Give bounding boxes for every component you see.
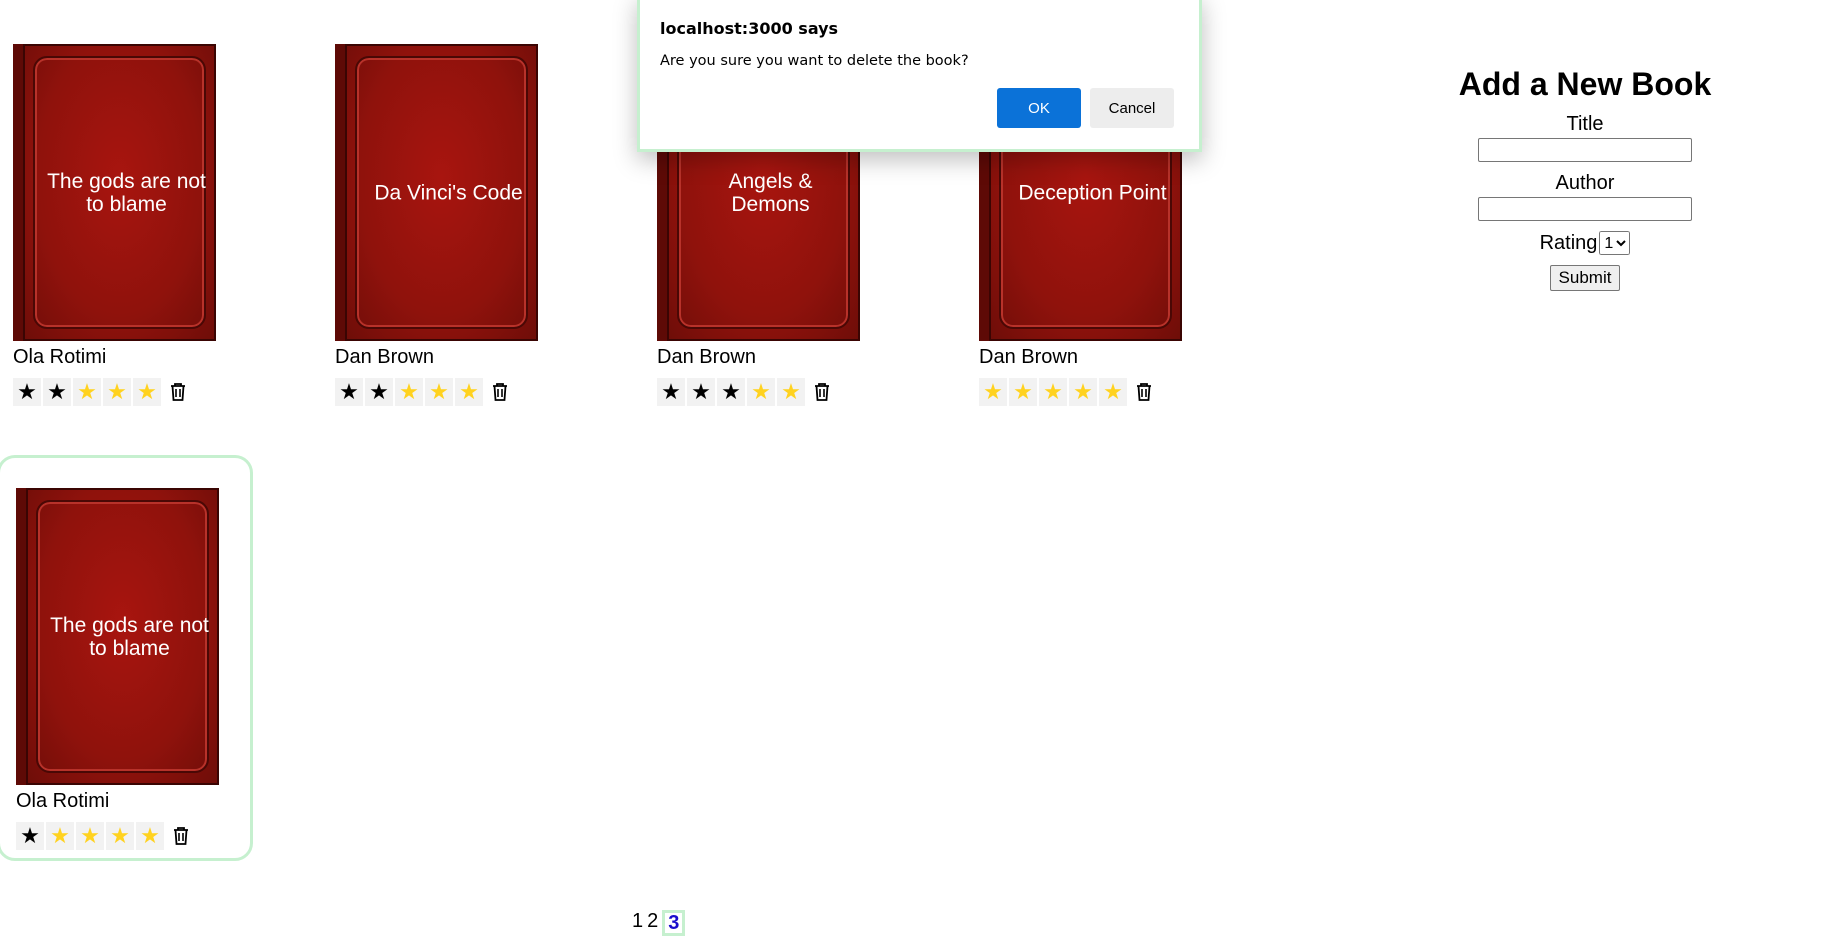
star-icon[interactable]: ★	[13, 378, 41, 406]
star-icon[interactable]: ★	[1039, 378, 1067, 406]
trash-icon[interactable]	[487, 378, 513, 406]
book-cover: The gods are not to blame	[16, 488, 219, 785]
star-rating: ★ ★ ★ ★ ★	[335, 376, 513, 408]
trash-icon[interactable]	[809, 378, 835, 406]
star-icon[interactable]: ★	[133, 378, 161, 406]
star-icon[interactable]: ★	[657, 378, 685, 406]
star-rating: ★ ★ ★ ★ ★	[13, 376, 191, 408]
star-icon[interactable]: ★	[335, 378, 363, 406]
book-author: Ola Rotimi	[16, 790, 110, 812]
trash-icon[interactable]	[165, 378, 191, 406]
pagination: 1 2 3	[632, 910, 686, 936]
star-icon[interactable]: ★	[106, 822, 134, 850]
book-author: Dan Brown	[657, 346, 756, 368]
book-cover: Da Vinci's Code	[335, 44, 538, 341]
star-icon[interactable]: ★	[73, 378, 101, 406]
star-icon[interactable]: ★	[395, 378, 423, 406]
rating-label: Rating	[1539, 231, 1598, 254]
star-icon[interactable]: ★	[717, 378, 745, 406]
star-icon[interactable]: ★	[16, 822, 44, 850]
ok-button[interactable]: OK	[997, 88, 1081, 128]
page-link-1[interactable]: 1	[632, 910, 643, 936]
title-input[interactable]	[1478, 138, 1692, 162]
author-input[interactable]	[1478, 197, 1692, 221]
star-icon[interactable]: ★	[136, 822, 164, 850]
book-card: The gods are not to blame Ola Rotimi ★ ★ ★ ★ ★	[0, 0, 216, 430]
star-icon[interactable]: ★	[777, 378, 805, 406]
star-icon[interactable]: ★	[1099, 378, 1127, 406]
submit-button[interactable]: Submit	[1549, 265, 1621, 291]
star-icon[interactable]: ★	[365, 378, 393, 406]
star-icon[interactable]: ★	[46, 822, 74, 850]
star-icon[interactable]: ★	[747, 378, 775, 406]
star-icon[interactable]: ★	[455, 378, 483, 406]
book-card: The gods are not to blame Ola Rotimi ★ ★ ★ ★ ★	[0, 455, 253, 861]
star-icon[interactable]: ★	[76, 822, 104, 850]
dialog-message: Are you sure you want to delete the book…	[660, 53, 969, 69]
title-label: Title	[1566, 113, 1604, 135]
star-rating: ★ ★ ★ ★ ★	[657, 376, 835, 408]
trash-icon[interactable]	[1131, 378, 1157, 406]
book-card: Da Vinci's Code Dan Brown ★ ★ ★ ★ ★	[322, 0, 538, 430]
star-rating: ★ ★ ★ ★ ★	[979, 376, 1157, 408]
add-book-form: Add a New Book Title Author Rating 1 Sub…	[1430, 66, 1740, 291]
book-cover-title: The gods are not to blame	[50, 613, 209, 660]
book-cover-title: The gods are not to blame	[47, 169, 206, 216]
star-icon[interactable]: ★	[1009, 378, 1037, 406]
star-icon[interactable]: ★	[103, 378, 131, 406]
dialog-origin: localhost:3000 says	[660, 19, 839, 38]
author-label: Author	[1555, 172, 1615, 194]
star-icon[interactable]: ★	[43, 378, 71, 406]
confirm-dialog: localhost:3000 says Are you sure you wan…	[637, 0, 1202, 152]
page-link-3[interactable]: 3	[662, 910, 686, 936]
book-author: Ola Rotimi	[13, 346, 107, 368]
book-cover-title: Da Vinci's Code	[374, 181, 523, 204]
star-icon[interactable]: ★	[425, 378, 453, 406]
rating-select[interactable]: 1	[1599, 231, 1631, 255]
book-cover-title: Deception Point	[1018, 181, 1167, 204]
book-author: Dan Brown	[335, 346, 434, 368]
book-cover-title: Angels & Demons	[728, 169, 813, 216]
form-heading: Add a New Book	[1458, 66, 1712, 102]
book-cover: The gods are not to blame	[13, 44, 216, 341]
page-link-2[interactable]: 2	[647, 910, 658, 936]
star-icon[interactable]: ★	[687, 378, 715, 406]
trash-icon[interactable]	[168, 822, 194, 850]
star-icon[interactable]: ★	[1069, 378, 1097, 406]
star-rating: ★ ★ ★ ★ ★	[16, 820, 194, 852]
cancel-button[interactable]: Cancel	[1090, 88, 1174, 128]
star-icon[interactable]: ★	[979, 378, 1007, 406]
book-author: Dan Brown	[979, 346, 1078, 368]
